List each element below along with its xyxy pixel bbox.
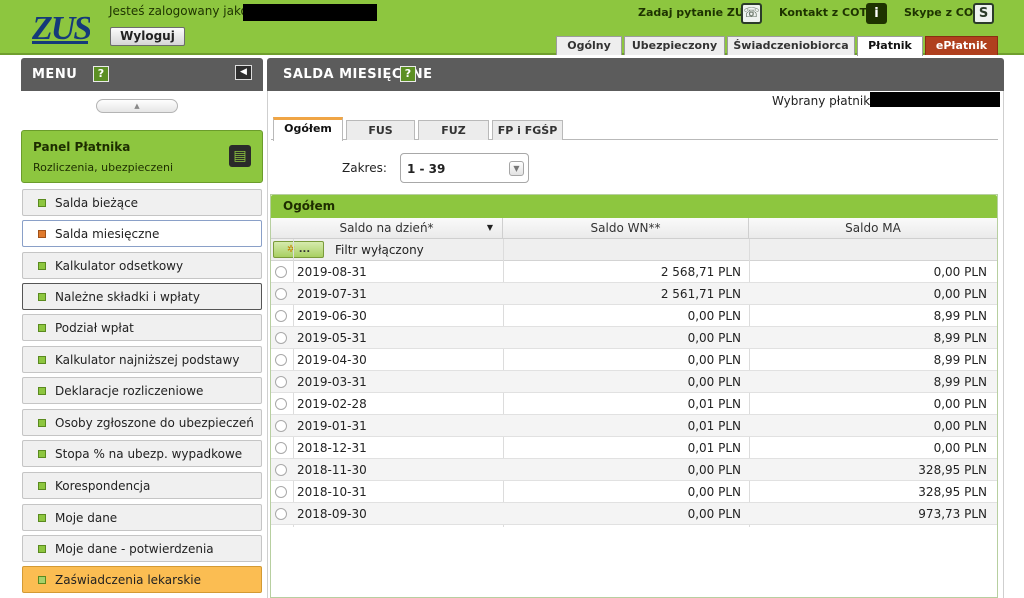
subtab-fp-fgsp[interactable]: FP i FGŚP: [492, 120, 563, 140]
ask-zus-link[interactable]: Zadaj pytanie ZUS: [638, 6, 752, 19]
bullet-icon: [38, 230, 46, 238]
table-row[interactable]: 2019-08-31 2 568,71 PLN 0,00 PLN: [271, 261, 997, 283]
table-row[interactable]: 2019-03-31 0,00 PLN 8,99 PLN: [271, 371, 997, 393]
bullet-icon: [38, 262, 46, 270]
main-header: SALDA MIESIĘCZNE ?: [267, 58, 1004, 91]
bullet-icon: [38, 199, 46, 207]
skype-icon[interactable]: S: [973, 3, 994, 24]
range-label: Zakres:: [342, 161, 387, 175]
panel-platnika[interactable]: Panel Płatnika Rozliczenia, ubezpieczeni…: [21, 130, 263, 183]
chat-icon[interactable]: ☏: [741, 3, 762, 24]
bullet-icon: [38, 419, 46, 427]
row-radio[interactable]: [275, 376, 287, 388]
row-radio[interactable]: [275, 332, 287, 344]
row-radio[interactable]: [275, 508, 287, 520]
saldo-grid: Ogółem Saldo na dzień* ▼ Saldo WN** Saldo…: [270, 194, 998, 598]
menu-item-podzial-wplat[interactable]: Podział wpłat: [22, 314, 262, 341]
menu-item-nalezne-skladki[interactable]: Należne składki i wpłaty: [22, 283, 262, 310]
filter-row: ✲ ... Filtr wyłączony: [271, 239, 997, 261]
range-select[interactable]: 1 - 39 ▼: [400, 153, 529, 183]
row-radio[interactable]: [275, 398, 287, 410]
menu-item-kalkulator-podstawy[interactable]: Kalkulator najniższej podstawy: [22, 346, 262, 373]
payer-label: Wybrany płatnik:: [772, 94, 875, 108]
subtab-fuz[interactable]: FUZ: [418, 120, 489, 140]
logout-button[interactable]: Wyloguj: [110, 27, 185, 46]
bullet-icon: [38, 356, 46, 364]
grid-header: Ogółem: [271, 195, 997, 218]
menu-item-salda-biezace[interactable]: Salda bieżące: [22, 189, 262, 216]
table-row[interactable]: 2019-07-31 2 561,71 PLN 0,00 PLN: [271, 283, 997, 305]
menu-item-korespondencja[interactable]: Korespondencja: [22, 472, 262, 499]
tab-ogolny[interactable]: Ogólny: [556, 36, 622, 55]
range-value: 1 - 39: [407, 162, 446, 176]
menu-item-salda-miesieczne[interactable]: Salda miesięczne: [22, 220, 262, 247]
zus-logo: ZUS: [31, 10, 90, 47]
help-icon[interactable]: ?: [93, 66, 109, 82]
tab-swiadczeniobiorca[interactable]: Świadczeniobiorca: [727, 36, 855, 55]
tab-eplatnik[interactable]: ePłatnik: [925, 36, 998, 55]
filter-status: Filtr wyłączony: [335, 243, 424, 257]
sort-down-icon[interactable]: ▼: [487, 218, 493, 238]
info-icon[interactable]: i: [866, 3, 887, 24]
skype-cot-link[interactable]: Skype z COT: [904, 6, 981, 19]
row-radio[interactable]: [275, 486, 287, 498]
row-radio[interactable]: [275, 420, 287, 432]
table-row[interactable]: 2018-11-30 0,00 PLN 328,95 PLN: [271, 459, 997, 481]
menu-item-moje-dane-potwierdzenia[interactable]: Moje dane - potwierdzenia: [22, 535, 262, 562]
menu-item-stopa-procentowa[interactable]: Stopa % na ubezp. wypadkowe: [22, 440, 262, 467]
top-header: ZUS Jesteś zalogowany jako: Wyloguj Zada…: [0, 0, 1024, 56]
panel-title: Panel Płatnika: [33, 140, 131, 154]
tab-platnik[interactable]: Płatnik: [857, 36, 923, 56]
bullet-icon: [38, 545, 46, 553]
column-header-date[interactable]: Saldo na dzień* ▼: [271, 218, 503, 239]
bullet-icon: [38, 576, 46, 584]
menu-item-deklaracje[interactable]: Deklaracje rozliczeniowe: [22, 377, 262, 404]
subtab-fus[interactable]: FUS: [346, 120, 415, 140]
contact-cot-link[interactable]: Kontakt z COT: [779, 6, 867, 19]
bullet-icon: [38, 293, 46, 301]
table-row[interactable]: 2018-09-30 0,00 PLN 973,73 PLN: [271, 503, 997, 525]
bullet-icon: [38, 482, 46, 490]
bullet-icon: [38, 324, 46, 332]
menu-item-kalkulator-odsetkowy[interactable]: Kalkulator odsetkowy: [22, 252, 262, 279]
column-header-ma[interactable]: Saldo MA: [749, 218, 997, 239]
chevron-down-icon[interactable]: ▼: [509, 161, 524, 176]
grid-title: Ogółem: [283, 199, 336, 213]
subtab-ogolem[interactable]: Ogółem: [273, 117, 343, 141]
row-radio[interactable]: [275, 266, 287, 278]
collapse-menu-icon[interactable]: ◀: [235, 65, 252, 80]
column-header-wn[interactable]: Saldo WN**: [503, 218, 749, 239]
bullet-icon: [38, 387, 46, 395]
table-row[interactable]: 2019-01-31 0,01 PLN 0,00 PLN: [271, 415, 997, 437]
table-row[interactable]: 2019-02-28 0,01 PLN 0,00 PLN: [271, 393, 997, 415]
binder-icon: ▤: [229, 145, 251, 167]
logged-in-user-redacted: [243, 4, 377, 21]
bullet-icon: [38, 514, 46, 522]
menu-scroll-up-button[interactable]: ▲: [96, 99, 178, 113]
row-radio[interactable]: [275, 354, 287, 366]
zus-app: ZUS Jesteś zalogowany jako: Wyloguj Zada…: [0, 0, 1024, 598]
menu-header: MENU ?: [21, 58, 263, 91]
help-icon[interactable]: ?: [400, 66, 416, 82]
table-row[interactable]: 2018-10-31 0,00 PLN 328,95 PLN: [271, 481, 997, 503]
menu-item-zaswiadczenia[interactable]: Zaświadczenia lekarskie: [22, 566, 262, 593]
table-row[interactable]: 2019-05-31 0,00 PLN 8,99 PLN: [271, 327, 997, 349]
tab-ubezpieczony[interactable]: Ubezpieczony: [624, 36, 725, 55]
row-radio[interactable]: [275, 442, 287, 454]
row-radio[interactable]: [275, 288, 287, 300]
payer-redacted: [870, 92, 1000, 107]
table-row[interactable]: 2018-12-31 0,01 PLN 0,00 PLN: [271, 437, 997, 459]
table-row[interactable]: 2019-06-30 0,00 PLN 8,99 PLN: [271, 305, 997, 327]
logged-in-label: Jesteś zalogowany jako:: [109, 4, 252, 18]
row-radio[interactable]: [275, 464, 287, 476]
filter-button[interactable]: ✲ ...: [273, 241, 324, 258]
bullet-icon: [38, 450, 46, 458]
row-radio[interactable]: [275, 310, 287, 322]
panel-subtitle: Rozliczenia, ubezpieczeni: [33, 161, 174, 174]
menu-item-osoby-zgloszone[interactable]: Osoby zgłoszone do ubezpieczeń: [22, 409, 262, 436]
table-row[interactable]: 2019-04-30 0,00 PLN 8,99 PLN: [271, 349, 997, 371]
menu-item-moje-dane[interactable]: Moje dane: [22, 504, 262, 531]
menu-title: MENU: [32, 67, 78, 82]
